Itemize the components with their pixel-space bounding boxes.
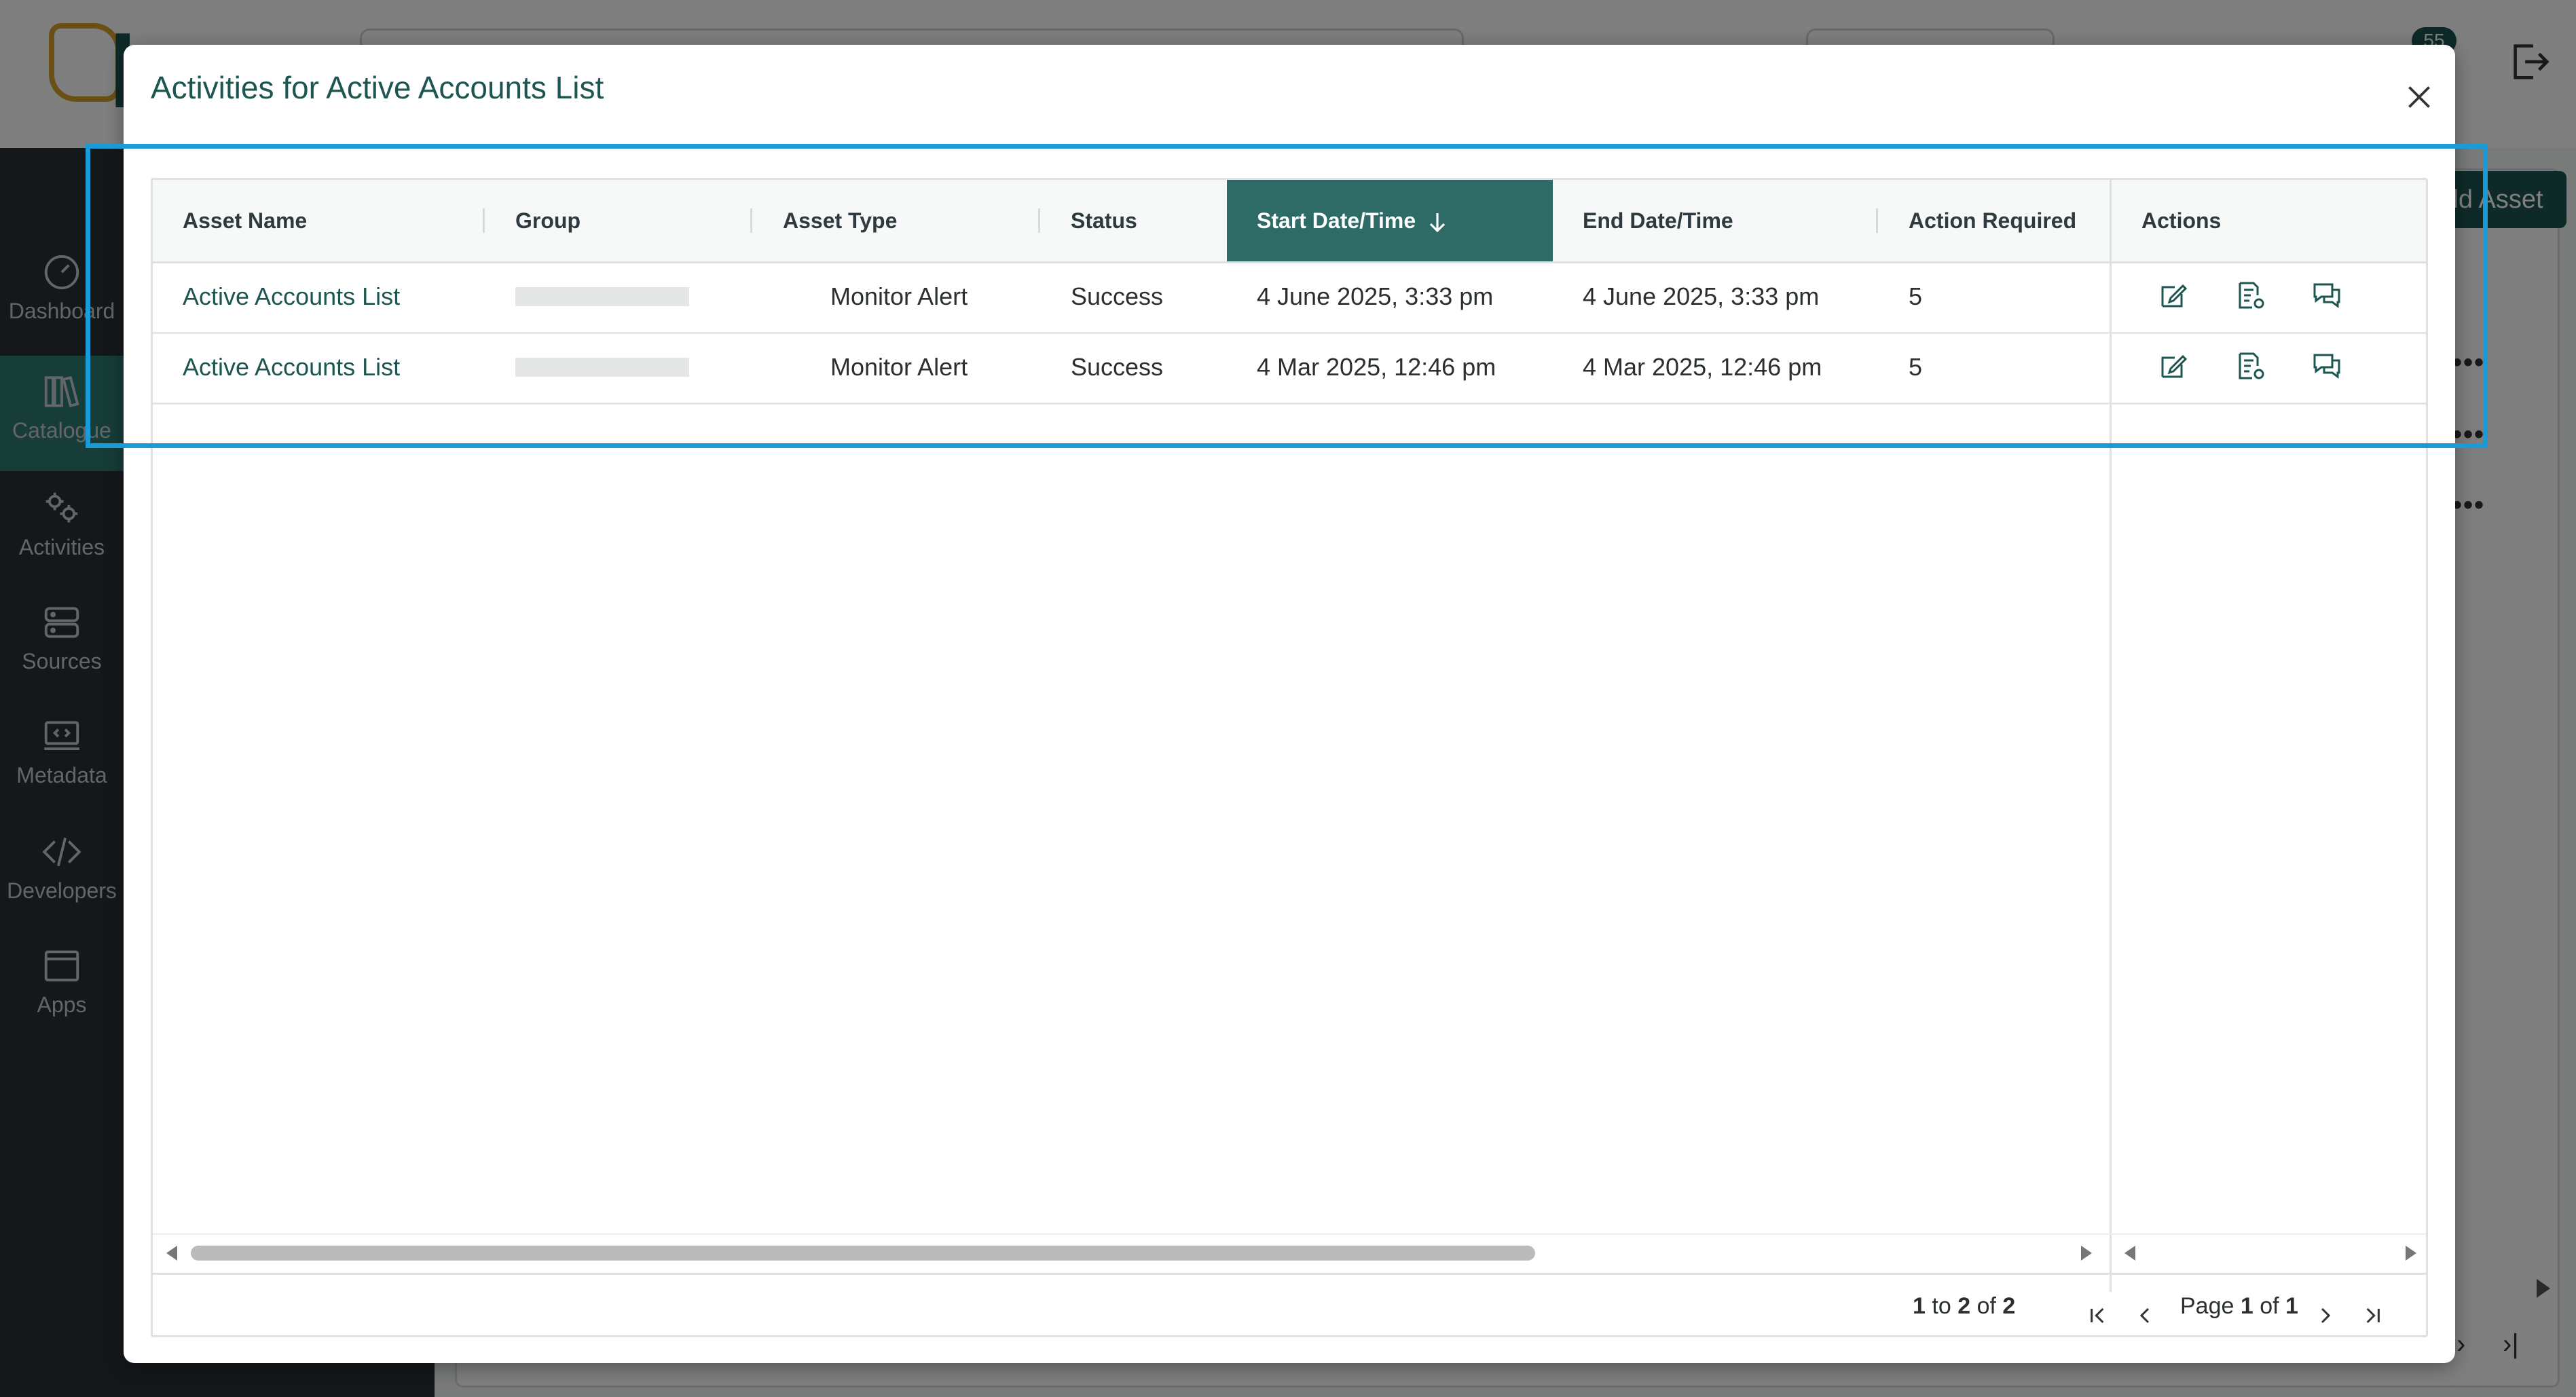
- next-page-icon[interactable]: [2312, 1302, 2339, 1329]
- column-header-action-required[interactable]: Action Required: [1879, 180, 2110, 261]
- previous-page-icon[interactable]: [2131, 1302, 2158, 1329]
- horizontal-scrollbar[interactable]: [153, 1233, 2426, 1271]
- end-date-cell: 4 Mar 2025, 12:46 pm: [1583, 353, 1822, 381]
- column-resize-handle[interactable]: [1038, 208, 1040, 233]
- comments-icon[interactable]: [2311, 279, 2343, 312]
- action-required-cell: 5: [1909, 353, 1923, 381]
- scrollbar-thumb[interactable]: [191, 1246, 1535, 1261]
- activities-modal: Activities for Active Accounts List Asse…: [124, 45, 2455, 1363]
- status-cell: Success: [1071, 282, 1164, 310]
- end-date-cell: 4 June 2025, 3:33 pm: [1583, 282, 1820, 310]
- modal-title: Activities for Active Accounts List: [151, 70, 604, 105]
- activities-grid: Asset Name Group Asset Type Status Start…: [151, 178, 2428, 1337]
- scroll-right-icon[interactable]: [2081, 1246, 2092, 1261]
- column-resize-handle[interactable]: [483, 208, 485, 233]
- edit-icon[interactable]: [2157, 350, 2190, 382]
- column-header-group[interactable]: Group: [485, 180, 753, 261]
- group-cell-redacted: [515, 358, 689, 377]
- asset-name-link[interactable]: Active Accounts List: [183, 332, 400, 403]
- document-settings-icon[interactable]: [2234, 279, 2267, 312]
- column-header-status[interactable]: Status: [1041, 180, 1227, 261]
- scroll-right-icon[interactable]: [2406, 1246, 2416, 1261]
- action-required-cell: 5: [1909, 282, 1923, 310]
- column-header-label: Start Date/Time: [1257, 208, 1416, 233]
- last-page-icon[interactable]: [2359, 1302, 2387, 1329]
- sort-descending-icon: [1430, 212, 1446, 232]
- page-indicator: Page 1 of 1: [2180, 1293, 2298, 1319]
- scroll-left-icon[interactable]: [166, 1246, 177, 1261]
- column-resize-handle[interactable]: [750, 208, 752, 233]
- grid-header: Asset Name Group Asset Type Status Start…: [153, 180, 2426, 263]
- first-page-icon[interactable]: [2084, 1302, 2111, 1329]
- scroll-left-icon[interactable]: [2124, 1246, 2135, 1261]
- column-header-actions[interactable]: Actions: [2112, 180, 2424, 261]
- asset-type-cell: Monitor Alert: [830, 353, 968, 381]
- table-row[interactable]: Active Accounts List Monitor Alert Succe…: [153, 332, 2426, 405]
- document-settings-icon[interactable]: [2234, 350, 2267, 382]
- group-cell-redacted: [515, 287, 689, 306]
- column-header-start-date[interactable]: Start Date/Time: [1227, 180, 1553, 261]
- asset-type-cell: Monitor Alert: [830, 282, 968, 310]
- start-date-cell: 4 June 2025, 3:33 pm: [1257, 282, 1494, 310]
- column-header-asset-type[interactable]: Asset Type: [753, 180, 1041, 261]
- comments-icon[interactable]: [2311, 350, 2343, 382]
- table-row[interactable]: Active Accounts List Monitor Alert Succe…: [153, 261, 2426, 334]
- status-cell: Success: [1071, 353, 1164, 381]
- column-header-asset-name[interactable]: Asset Name: [153, 180, 485, 261]
- column-resize-handle[interactable]: [1876, 208, 1878, 233]
- start-date-cell: 4 Mar 2025, 12:46 pm: [1257, 353, 1496, 381]
- column-header-end-date[interactable]: End Date/Time: [1553, 180, 1879, 261]
- row-count-summary: 1 to 2 of 2: [1913, 1293, 2016, 1319]
- pagination-bar: 1 to 2 of 2 Page 1 of 1: [153, 1273, 2426, 1337]
- edit-icon[interactable]: [2157, 279, 2190, 312]
- close-icon[interactable]: [2402, 80, 2436, 114]
- asset-name-link[interactable]: Active Accounts List: [183, 261, 400, 332]
